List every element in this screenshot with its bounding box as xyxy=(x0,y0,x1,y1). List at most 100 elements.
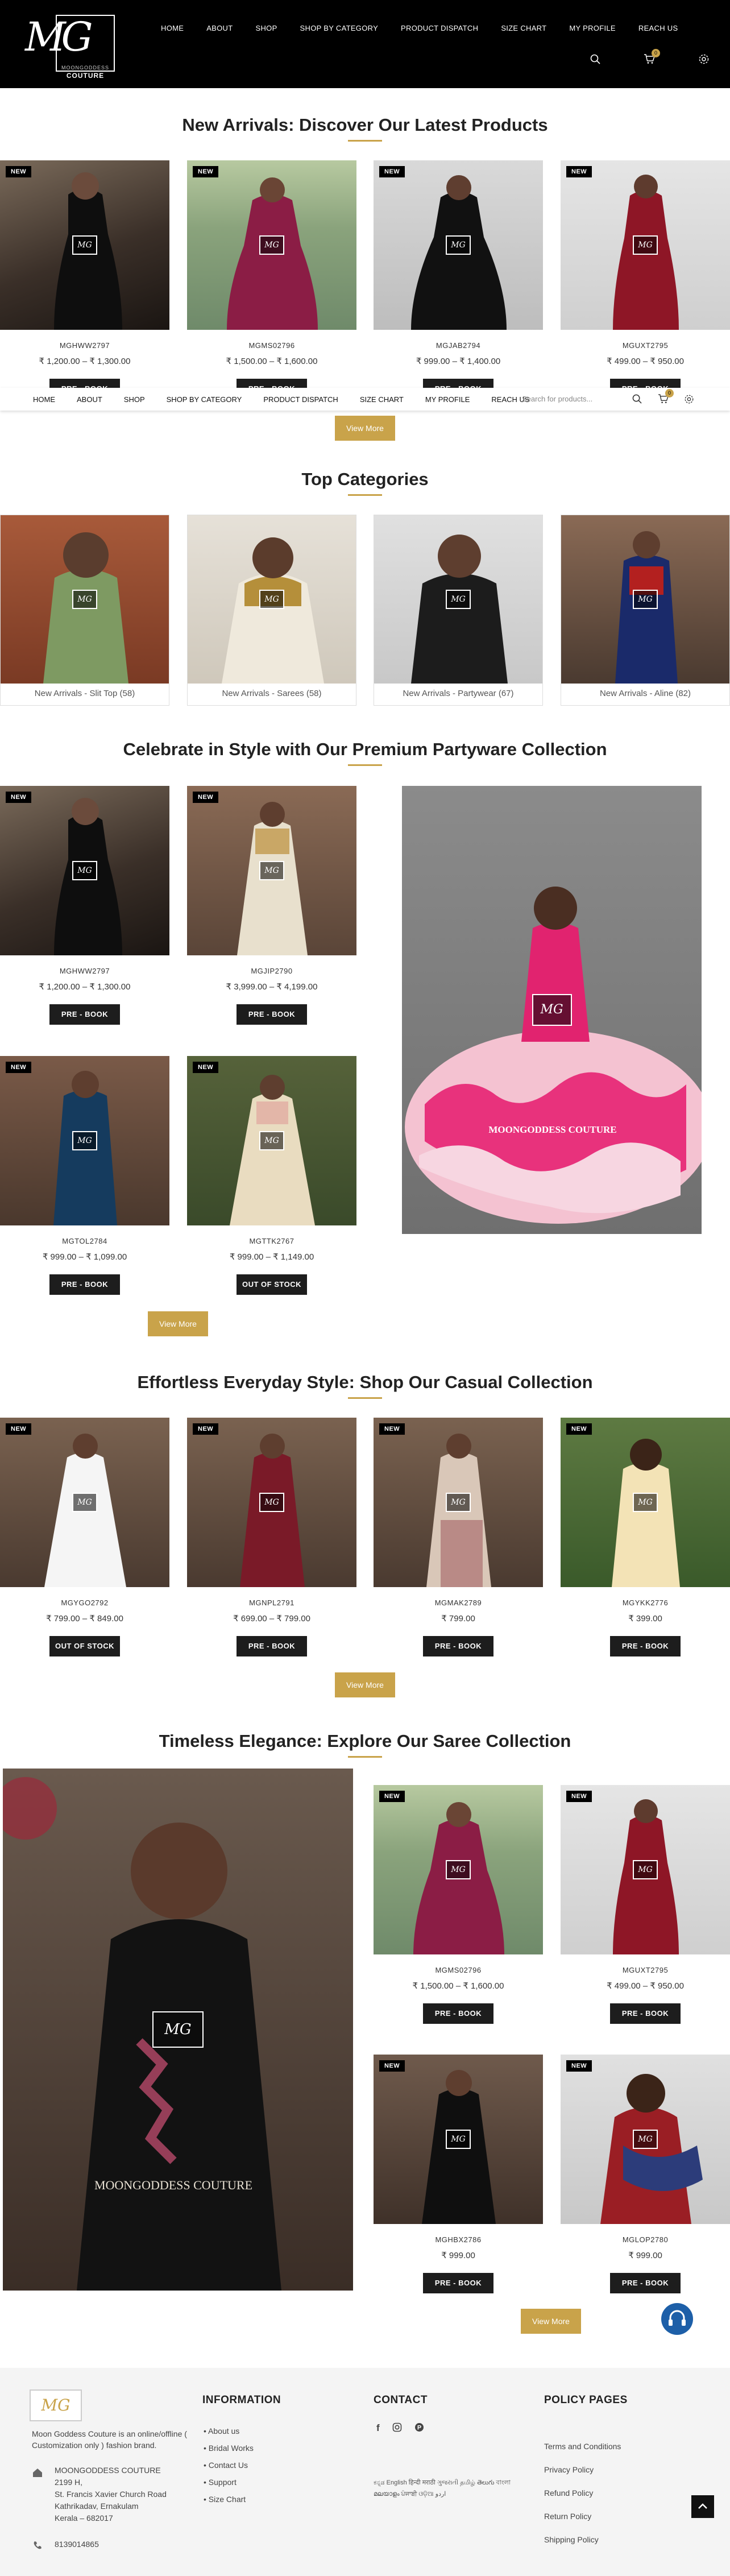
link-contact-us[interactable]: • Contact Us xyxy=(204,2457,254,2474)
cart-icon[interactable]: 0 xyxy=(644,49,660,64)
brand-logo[interactable]: MG MOONGODDESS COUTURE xyxy=(22,13,118,80)
product-card[interactable]: NEW MG MGUXT2795 ₹ 499.00 – ₹ 950.00 PRE… xyxy=(561,1785,730,2024)
link-privacy[interactable]: Privacy Policy xyxy=(544,2458,621,2482)
pre-book-button[interactable]: PRE - BOOK xyxy=(237,1636,307,1656)
nav-shop[interactable]: SHOP xyxy=(124,395,145,404)
nav-my-profile[interactable]: MY PROFILE xyxy=(425,395,470,404)
product-sku[interactable]: MGNPL2791 xyxy=(187,1598,356,1607)
product-sku[interactable]: MGMS02796 xyxy=(374,1966,543,1974)
instagram-icon[interactable] xyxy=(392,2422,402,2435)
product-sku[interactable]: MGTOL2784 xyxy=(0,1237,169,1245)
product-card[interactable]: NEW MG MGMS02796 ₹ 1,500.00 – ₹ 1,600.00… xyxy=(374,1785,543,2024)
nav-home[interactable]: HOME xyxy=(161,24,184,32)
pre-book-button[interactable]: PRE - BOOK xyxy=(49,1274,120,1295)
product-sku[interactable]: MGLOP2780 xyxy=(561,2235,730,2244)
language-option[interactable]: తెలుగు xyxy=(477,2479,494,2486)
product-image[interactable]: NEW MG xyxy=(374,1418,543,1587)
search-icon[interactable] xyxy=(632,394,642,407)
product-image[interactable]: NEW MG xyxy=(0,786,169,955)
category-image[interactable]: MG xyxy=(374,515,542,684)
footer-phone[interactable]: 8139014865 xyxy=(55,2538,99,2550)
language-option[interactable]: ଓଡ଼ିଆ xyxy=(418,2491,433,2498)
product-sku[interactable]: MGUXT2795 xyxy=(561,1966,730,1974)
product-card[interactable]: NEW MG MGMS02796 ₹ 1,500.00 – ₹ 1,600.00… xyxy=(187,160,356,399)
product-image[interactable]: NEW MG xyxy=(187,1418,356,1587)
nav-shop-by-category[interactable]: SHOP BY CATEGORY xyxy=(167,395,242,404)
nav-about[interactable]: ABOUT xyxy=(206,24,233,32)
language-option[interactable]: ਪੰਜਾਬੀ xyxy=(401,2491,417,2498)
language-option[interactable]: اردو xyxy=(435,2491,446,2498)
language-option[interactable]: ગુજરાતી xyxy=(437,2479,458,2486)
facebook-icon[interactable]: f xyxy=(376,2422,380,2435)
nav-size-chart[interactable]: SIZE CHART xyxy=(360,395,404,404)
product-image[interactable]: NEW MG xyxy=(0,160,169,330)
language-option[interactable]: मराठी xyxy=(422,2479,435,2486)
out-of-stock-button[interactable]: OUT OF STOCK xyxy=(49,1636,120,1656)
product-image[interactable]: NEW MG xyxy=(187,786,356,955)
nav-about[interactable]: ABOUT xyxy=(77,395,102,404)
link-return[interactable]: Return Policy xyxy=(544,2505,621,2528)
product-card[interactable]: NEW MG MGJIP2790 ₹ 3,999.00 – ₹ 4,199.00… xyxy=(187,786,356,1025)
pre-book-button[interactable]: PRE - BOOK xyxy=(423,2273,493,2293)
language-option[interactable]: ಕನ್ನಡ xyxy=(374,2479,385,2486)
product-sku[interactable]: MGTTK2767 xyxy=(187,1237,356,1245)
search-icon[interactable] xyxy=(590,54,600,64)
category-label[interactable]: New Arrivals - Sarees (58) xyxy=(188,689,356,698)
product-card[interactable]: NEW MG MGTOL2784 ₹ 999.00 – ₹ 1,099.00 P… xyxy=(0,1056,169,1295)
pre-book-button[interactable]: PRE - BOOK xyxy=(237,1004,307,1025)
link-support[interactable]: • Support xyxy=(204,2474,254,2491)
partyware-feature-image[interactable]: MOONGODDESS COUTURE MG xyxy=(402,786,702,1234)
product-image[interactable]: NEW MG xyxy=(561,160,730,330)
product-card[interactable]: NEW MG MGYGO2792 ₹ 799.00 – ₹ 849.00 OUT… xyxy=(0,1418,169,1656)
product-image[interactable]: NEW MG xyxy=(374,160,543,330)
product-image[interactable]: NEW MG xyxy=(561,1418,730,1587)
nav-size-chart[interactable]: SIZE CHART xyxy=(501,24,546,32)
link-about-us[interactable]: • About us xyxy=(204,2422,254,2440)
category-card[interactable]: MG New Arrivals - Partywear (67) xyxy=(374,515,543,706)
view-more-button[interactable]: View More xyxy=(521,2309,581,2334)
link-bridal-works[interactable]: • Bridal Works xyxy=(204,2440,254,2457)
product-card[interactable]: NEW MG MGUXT2795 ₹ 499.00 – ₹ 950.00 PRE… xyxy=(561,160,730,399)
language-option[interactable]: മലയാളം xyxy=(374,2491,400,2498)
pre-book-button[interactable]: PRE - BOOK xyxy=(49,1004,120,1025)
pinterest-icon[interactable]: P xyxy=(414,2422,424,2435)
back-to-top-button[interactable] xyxy=(691,2495,714,2518)
category-image[interactable]: MG xyxy=(561,515,729,684)
product-card[interactable]: NEW MG MGJAB2794 ₹ 999.00 – ₹ 1,400.00 P… xyxy=(374,160,543,399)
product-sku[interactable]: MGMS02796 xyxy=(187,341,356,350)
product-image[interactable]: NEW MG xyxy=(0,1056,169,1225)
nav-reach-us[interactable]: REACH US xyxy=(638,24,678,32)
pre-book-button[interactable]: PRE - BOOK xyxy=(423,2003,493,2024)
product-sku[interactable]: MGUXT2795 xyxy=(561,341,730,350)
product-image[interactable]: NEW MG xyxy=(374,1785,543,1954)
product-sku[interactable]: MGMAK2789 xyxy=(374,1598,543,1607)
language-option[interactable]: हिन्दी xyxy=(409,2479,421,2486)
category-card[interactable]: MG New Arrivals - Sarees (58) xyxy=(187,515,356,706)
view-more-button[interactable]: View More xyxy=(148,1311,208,1336)
product-image[interactable]: NEW MG xyxy=(374,2055,543,2224)
settings-icon[interactable] xyxy=(684,394,694,407)
view-more-button[interactable]: View More xyxy=(335,416,395,441)
product-sku[interactable]: MGYKK2776 xyxy=(561,1598,730,1607)
product-card[interactable]: NEW MG MGTTK2767 ₹ 999.00 – ₹ 1,149.00 O… xyxy=(187,1056,356,1295)
product-card[interactable]: NEW MG MGNPL2791 ₹ 699.00 – ₹ 799.00 PRE… xyxy=(187,1418,356,1656)
link-shipping[interactable]: Shipping Policy xyxy=(544,2528,621,2552)
product-sku[interactable]: MGHBX2786 xyxy=(374,2235,543,2244)
nav-shop[interactable]: SHOP xyxy=(256,24,277,32)
product-sku[interactable]: MGJIP2790 xyxy=(187,967,356,975)
view-more-button[interactable]: View More xyxy=(335,1672,395,1697)
footer-logo[interactable]: MG xyxy=(30,2389,82,2421)
category-label[interactable]: New Arrivals - Aline (82) xyxy=(561,689,729,698)
product-image[interactable]: NEW MG xyxy=(187,160,356,330)
product-sku[interactable]: MGHWW2797 xyxy=(0,341,169,350)
saree-feature-image[interactable]: MOONGODDESS COUTURE MG xyxy=(3,1769,353,2291)
category-card[interactable]: MG New Arrivals - Aline (82) xyxy=(561,515,730,706)
language-option[interactable]: বাংলা xyxy=(496,2479,511,2486)
product-image[interactable]: NEW MG xyxy=(0,1418,169,1587)
product-card[interactable]: NEW MG MGHBX2786 ₹ 999.00 PRE - BOOK xyxy=(374,2055,543,2293)
settings-icon[interactable] xyxy=(698,53,710,65)
out-of-stock-button[interactable]: OUT OF STOCK xyxy=(237,1274,307,1295)
pre-book-button[interactable]: PRE - BOOK xyxy=(610,2273,681,2293)
nav-my-profile[interactable]: MY PROFILE xyxy=(569,24,616,32)
pre-book-button[interactable]: PRE - BOOK xyxy=(423,1636,493,1656)
